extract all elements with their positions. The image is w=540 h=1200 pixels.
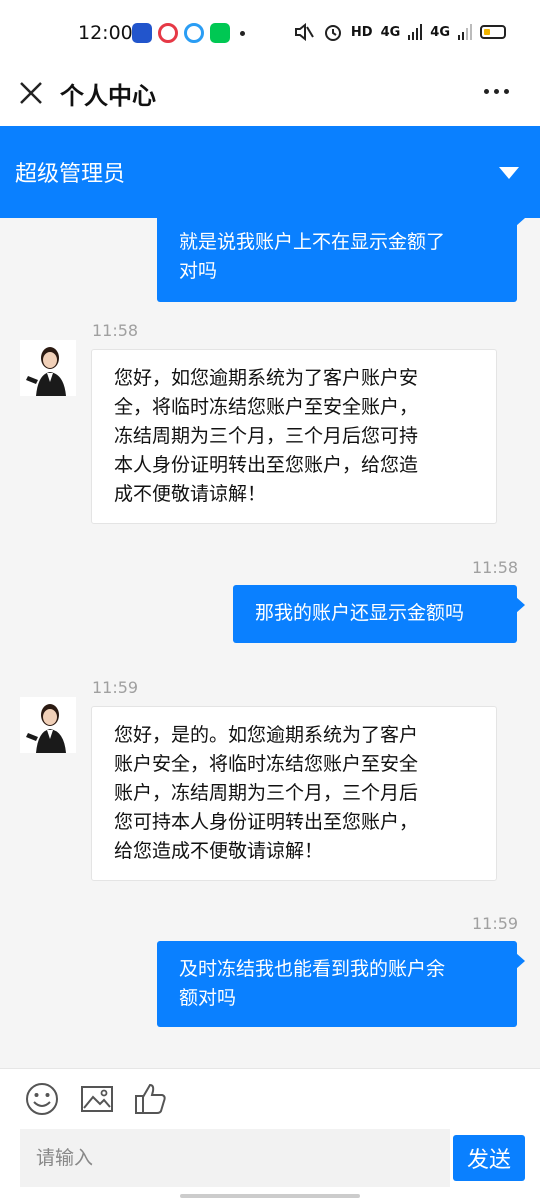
input-toolbar: 发送	[0, 1068, 540, 1200]
browser-app-icon	[184, 23, 204, 43]
signal-4g-icon-2: 4G	[430, 24, 450, 40]
message-line: 成不便敬请谅解！	[114, 483, 267, 505]
chevron-down-icon[interactable]	[498, 166, 520, 180]
agent-header: 超级管理员	[0, 126, 540, 218]
agent-message-bubble[interactable]: 您好，是的。如您逾期系统为了客户 账户安全，将临时冻结您账户至安全 账户，冻结周…	[91, 706, 497, 881]
message-line: 全，将临时冻结您账户至安全账户，	[114, 396, 419, 418]
agent-message-bubble[interactable]: 您好，如您逾期系统为了客户账户安 全，将临时冻结您账户至安全账户， 冻结周期为三…	[91, 349, 497, 524]
status-right: HD 4G 4G	[293, 22, 506, 42]
agent-avatar-image	[20, 697, 76, 753]
signal-bars-icon-2	[458, 24, 472, 40]
message-time: 11:59	[92, 678, 139, 697]
signal-bars-icon	[408, 24, 423, 40]
message-line: 冻结周期为三个月，三个月后您可持	[114, 425, 419, 447]
message-line: 及时冻结我也能看到我的账户余	[179, 958, 446, 980]
alarm-icon	[324, 25, 341, 41]
home-indicator	[180, 1194, 360, 1198]
mute-icon	[294, 23, 314, 41]
iqiyi-app-icon	[210, 23, 230, 43]
more-icon[interactable]	[484, 86, 514, 96]
send-button[interactable]: 发送	[453, 1135, 525, 1181]
message-line: 您好，是的。如您逾期系统为了客户	[114, 724, 419, 746]
title-bar: 个人中心	[0, 68, 540, 126]
app-notification-icon	[132, 23, 152, 43]
message-line: 您可持本人身份证明转出至您账户，	[114, 811, 419, 833]
message-line: 您好，如您逾期系统为了客户账户安	[114, 367, 419, 389]
agent-avatar	[20, 697, 76, 753]
my-message-bubble[interactable]: 就是说我账户上不在显示金额了 对吗	[157, 218, 525, 302]
message-line: 账户，冻结周期为三个月，三个月后	[114, 782, 419, 804]
video-app-icon	[158, 23, 178, 43]
agent-name: 超级管理员	[15, 162, 126, 187]
notification-icons	[132, 23, 245, 43]
message-line: 给您造成不便敬请谅解！	[114, 840, 324, 862]
my-message-bubble[interactable]: 那我的账户还显示金额吗	[233, 585, 525, 643]
message-line: 账户安全，将临时冻结您账户至安全	[114, 753, 419, 775]
message-line: 那我的账户还显示金额吗	[255, 602, 465, 624]
message-time: 11:58	[472, 558, 519, 577]
message-time: 11:59	[472, 914, 519, 933]
message-line: 就是说我账户上不在显示金额了	[179, 231, 446, 253]
signal-4g-icon: 4G	[380, 24, 401, 40]
status-time: 12:00	[78, 22, 133, 44]
image-icon[interactable]	[79, 1081, 115, 1117]
hd-indicator: HD	[350, 24, 373, 40]
my-message-bubble[interactable]: 及时冻结我也能看到我的账户余 额对吗	[157, 941, 525, 1027]
message-line: 本人身份证明转出至您账户，给您造	[114, 454, 419, 476]
message-input[interactable]	[20, 1129, 450, 1187]
more-notifications-icon	[240, 30, 245, 36]
page-title: 个人中心	[60, 82, 156, 110]
message-line: 额对吗	[179, 987, 237, 1009]
battery-icon	[480, 25, 506, 39]
message-time: 11:58	[92, 321, 139, 340]
chat-area[interactable]: 就是说我账户上不在显示金额了 对吗 11:58 您好，如您逾期系统为了客户账户安…	[0, 218, 540, 1068]
status-bar: 12:00 HD 4G 4G	[0, 0, 540, 68]
message-line: 对吗	[179, 260, 218, 282]
agent-avatar-image	[20, 340, 76, 396]
close-icon[interactable]	[16, 78, 46, 108]
emoji-icon[interactable]	[24, 1081, 60, 1117]
agent-avatar	[20, 340, 76, 396]
thumbs-up-icon[interactable]	[133, 1081, 169, 1117]
